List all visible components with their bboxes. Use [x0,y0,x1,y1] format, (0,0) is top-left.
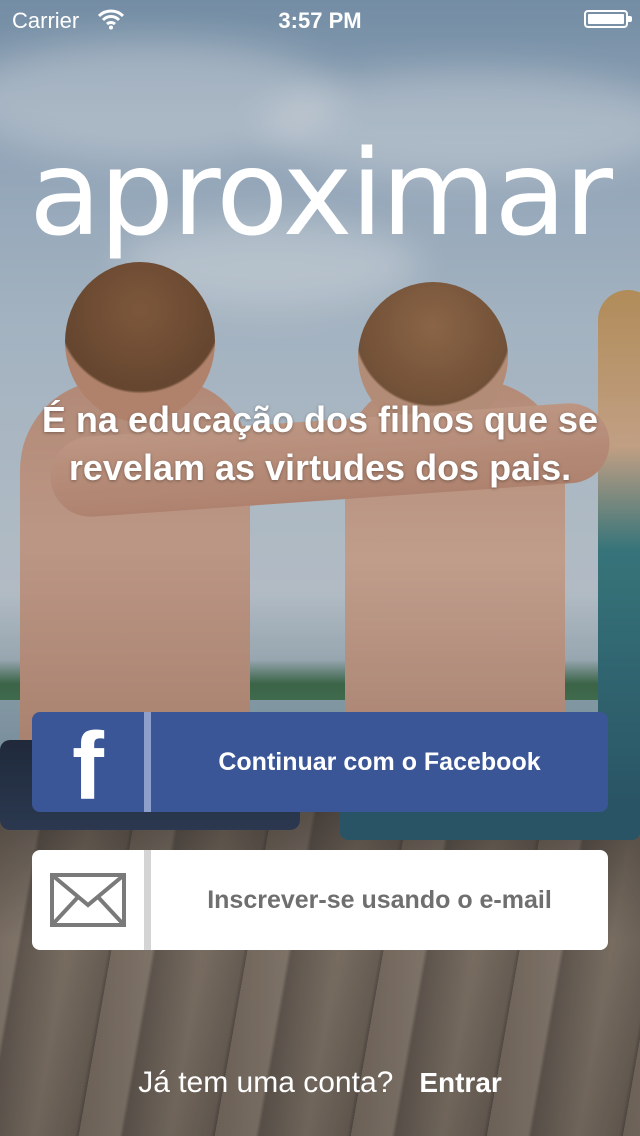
welcome-screen: Carrier 3:57 PM aproximar É na educação … [0,0,640,1136]
envelope-icon [32,850,144,950]
battery-icon [584,10,632,28]
clock: 3:57 PM [278,8,362,33]
login-prompt: Já tem uma conta? Entrar [0,1066,640,1100]
facebook-login-label: Continuar com o Facebook [218,747,541,776]
have-account-text: Já tem uma conta? [138,1066,394,1099]
login-link[interactable]: Entrar [419,1067,501,1098]
email-signup-button[interactable]: Inscrever-se usando o e-mail [32,850,608,950]
status-bar: Carrier 3:57 PM [0,0,640,40]
facebook-login-button[interactable]: f Continuar com o Facebook [32,712,608,812]
button-divider [144,712,151,812]
tagline: É na educação dos filhos que se revelam … [41,399,599,488]
app-logo: aproximar [28,124,613,262]
facebook-f-icon: f [72,713,104,813]
button-divider [144,850,151,950]
email-signup-label: Inscrever-se usando o e-mail [207,885,552,914]
